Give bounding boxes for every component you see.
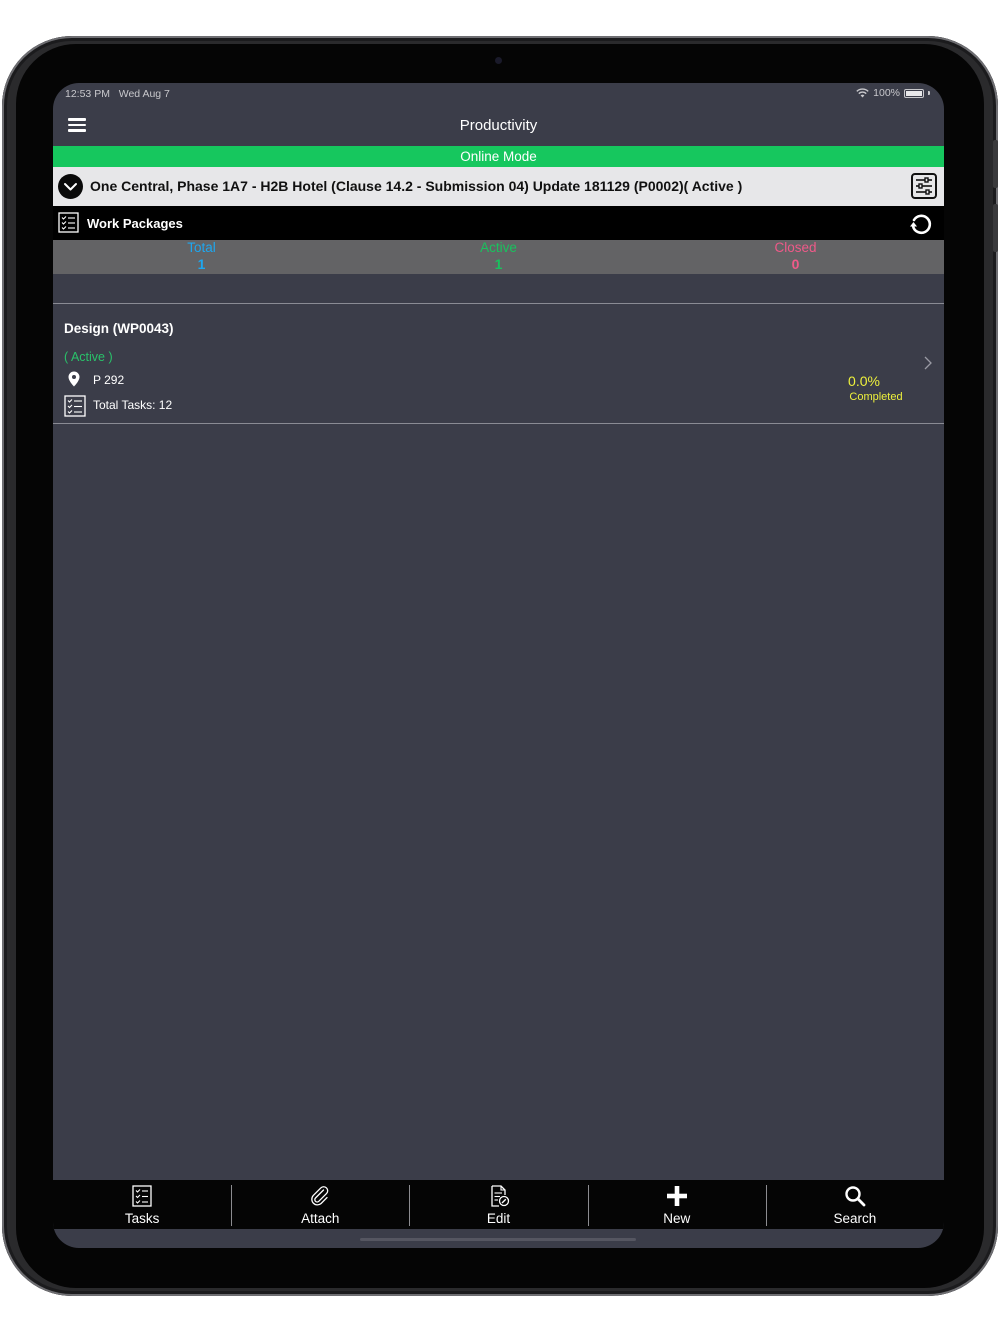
stat-active[interactable]: Active 1 [350,240,647,274]
stat-label: Closed [774,240,817,255]
chevron-down-icon[interactable] [58,174,83,199]
checklist-icon [58,212,79,233]
search-icon [845,1186,866,1207]
tab-attach[interactable]: Attach [231,1180,409,1229]
front-camera [495,57,502,64]
plus-icon [666,1186,687,1206]
stat-label: Total [187,240,216,255]
package-task-count: Total Tasks: 12 [93,398,173,412]
battery-percent: 100% [873,87,900,99]
stat-closed[interactable]: Closed 0 [647,240,944,274]
tab-label: Attach [301,1211,340,1226]
tab-label: Search [833,1211,877,1226]
tab-new[interactable]: New [587,1180,766,1229]
tab-search[interactable]: Search [765,1180,944,1229]
completion-percent: 0.0% [848,373,880,389]
home-indicator[interactable] [360,1238,636,1241]
page-title: Productivity [459,117,538,134]
package-title: Design (WP0043) [64,321,174,336]
volume-button [993,204,998,252]
stat-value: 1 [197,256,206,272]
bottom-toolbar: Tasks Attach Edit New Search [53,1180,944,1229]
project-selector[interactable]: One Central, Phase 1A7 - H2B Hotel (Clau… [53,167,944,206]
online-mode-banner: Online Mode [53,146,944,167]
battery-cap [928,91,930,95]
paperclip-icon [311,1186,329,1206]
tab-label: New [663,1211,691,1226]
package-location: P 292 [93,373,125,387]
nav-bar: Productivity [53,105,944,146]
location-pin-icon [68,371,80,387]
chevron-right-icon[interactable] [924,356,932,370]
project-title: One Central, Phase 1A7 - H2B Hotel (Clau… [90,178,743,194]
status-right: 100% [856,87,930,99]
section-title: Work Packages [87,216,183,231]
volume-button [993,140,998,188]
filter-settings-icon[interactable] [911,173,937,199]
completion-label: Completed [849,391,903,403]
app-screen: 12:53 PM Wed Aug 7 100% Productivity Onl… [53,83,944,1248]
refresh-icon[interactable] [908,211,934,237]
stat-value: 0 [791,256,800,272]
tab-tasks[interactable]: Tasks [53,1180,231,1229]
wifi-icon [856,88,869,98]
battery-icon [904,88,924,98]
package-status: ( Active ) [64,350,113,364]
status-time: 12:53 PM Wed Aug 7 [65,88,170,100]
work-packages-header: Work Packages [53,206,944,240]
tab-label: Tasks [124,1211,160,1226]
stat-value: 1 [494,256,503,272]
tab-label: Edit [486,1211,511,1226]
task-list-icon [64,395,86,417]
summary-stats: Total 1 Active 1 Closed 0 [53,240,944,274]
checklist-icon [132,1185,152,1207]
stat-label: Active [480,240,517,255]
tab-edit[interactable]: Edit [409,1180,587,1229]
edit-document-icon [490,1185,509,1207]
work-package-item[interactable]: Design (WP0043) ( Active ) P 292 Total T… [53,304,944,423]
status-bar: 12:53 PM Wed Aug 7 100% [53,83,944,105]
divider [53,423,944,424]
stat-total[interactable]: Total 1 [53,240,350,274]
